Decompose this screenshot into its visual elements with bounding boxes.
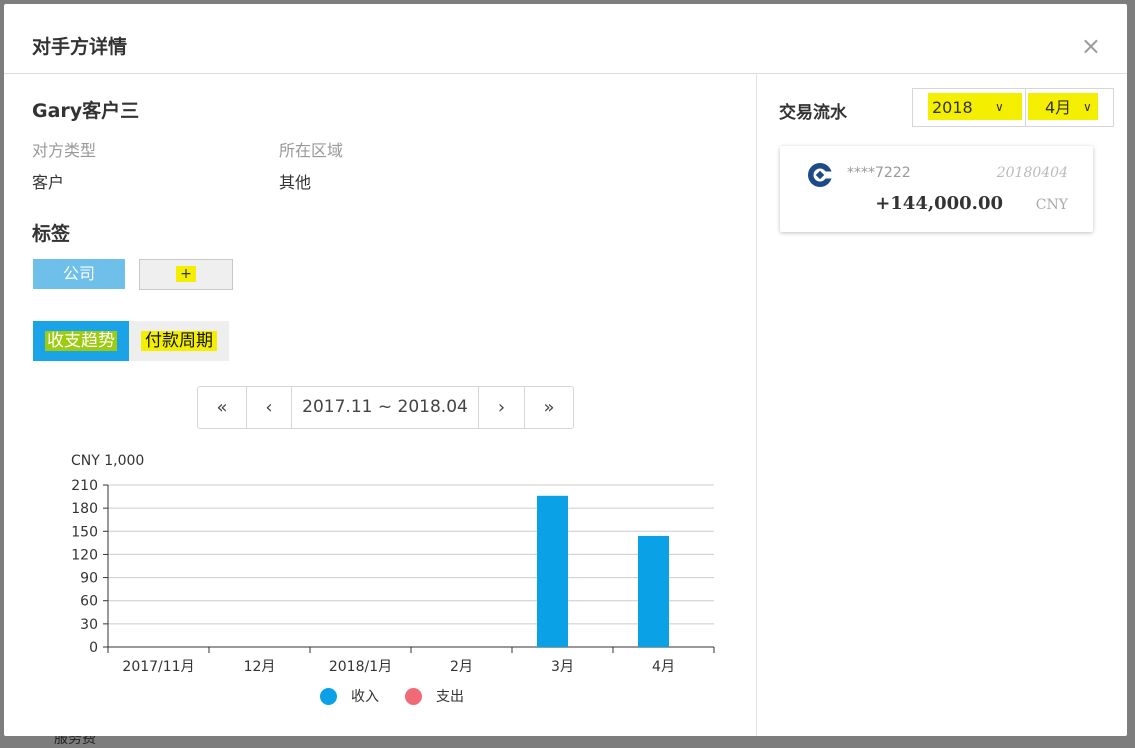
transaction-card[interactable]: ****7222 20180404 +144,000.00 CNY (780, 146, 1093, 232)
x-tick-label: 4月 (652, 659, 675, 675)
y-tick-label: 120 (71, 547, 98, 563)
y-tick-label: 90 (80, 571, 98, 587)
y-tick-label: 180 (71, 501, 98, 517)
legend-dot-icon[interactable] (320, 687, 337, 705)
income-expense-chart: 0 30 60 90 120 150 180 210 2017/11月 12月 2018/1月 2月 3… (71, 478, 715, 675)
month-select[interactable]: 4月 ∨ (1025, 88, 1114, 127)
modal-header: 对手方详情 × (4, 4, 1127, 74)
chart-legend: 收入 支出 (320, 686, 490, 706)
x-tick-label: 2月 (450, 659, 473, 675)
x-tick-label: 3月 (551, 659, 574, 675)
transaction-currency: CNY (1035, 197, 1068, 213)
x-tick-label: 2018/1月 (329, 659, 392, 675)
y-tick-label: 0 (89, 640, 98, 656)
legend-dot-icon[interactable] (405, 687, 422, 705)
chevron-down-icon: ∨ (1083, 100, 1092, 114)
left-pane: Gary客户三 对方类型 客户 所在区域 其他 标签 公司 + 收支趋势 付款周… (4, 74, 756, 736)
transaction-amount: +144,000.00 (875, 193, 1003, 214)
transaction-flow-title: 交易流水 (779, 103, 847, 123)
bar-income (638, 535, 669, 647)
month-value: 4月 (1045, 98, 1072, 117)
bar-income (537, 495, 568, 647)
y-tick-label: 30 (80, 617, 98, 633)
year-value: 2018 (932, 98, 973, 117)
x-tick-label: 2017/11月 (122, 659, 194, 675)
legend-label[interactable]: 支出 (436, 686, 464, 706)
account-number: ****7222 (847, 165, 911, 181)
chevron-down-icon: ∨ (995, 100, 1004, 114)
bank-logo-icon (808, 163, 832, 187)
right-pane: 交易流水 2018 ∨ 4月 ∨ ****7222 20180404 +144,… (757, 74, 1127, 736)
close-icon[interactable]: × (1081, 34, 1101, 58)
y-tick-label: 60 (80, 594, 98, 610)
legend-label[interactable]: 收入 (351, 686, 379, 706)
y-tick-label: 210 (71, 478, 98, 494)
y-tick-label: 150 (71, 524, 98, 540)
transaction-date: 20180404 (996, 165, 1068, 181)
x-tick-label: 12月 (244, 659, 276, 675)
year-select[interactable]: 2018 ∨ (912, 88, 1026, 127)
counterparty-detail-modal: 对手方详情 × Gary客户三 对方类型 客户 所在区域 其他 标签 公司 + … (4, 4, 1127, 736)
modal-title: 对手方详情 (32, 36, 128, 58)
